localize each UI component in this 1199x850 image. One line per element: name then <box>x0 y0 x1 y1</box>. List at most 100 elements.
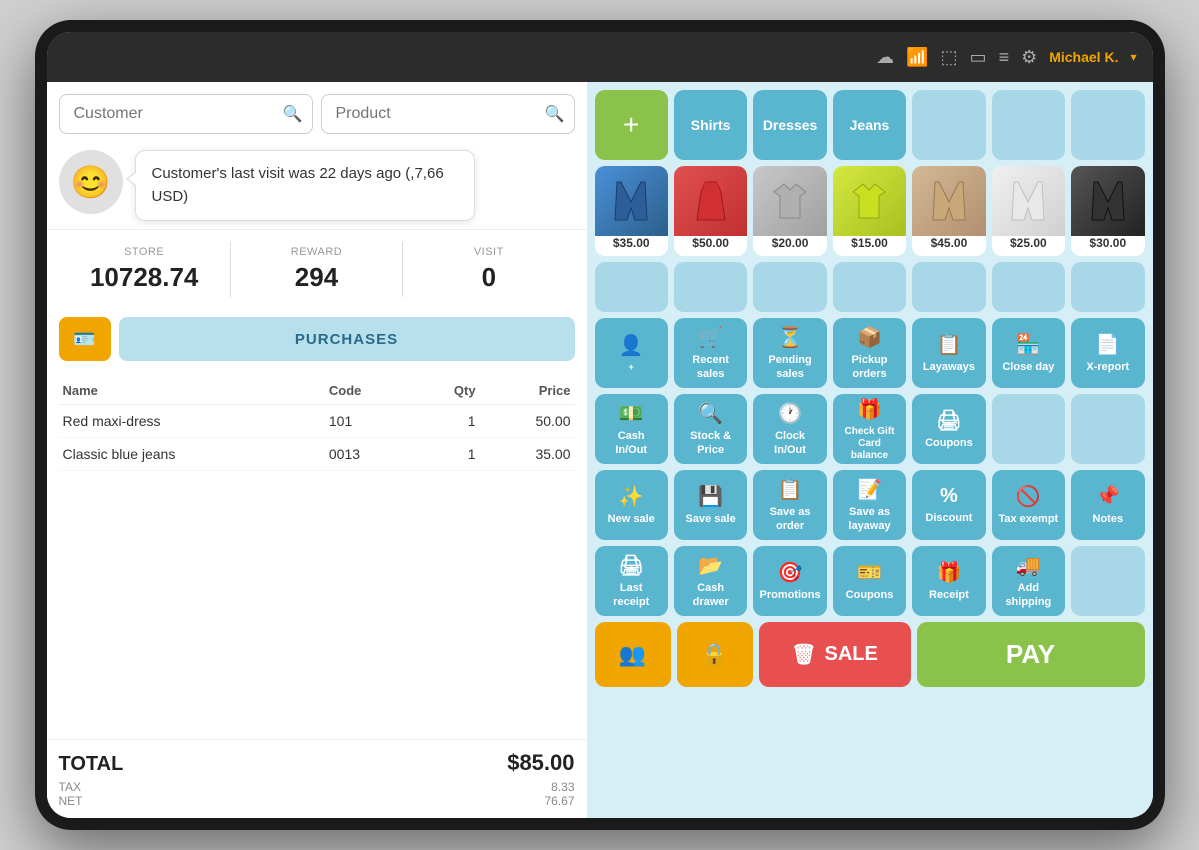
settings-icon[interactable]: ⚙ <box>1021 47 1037 68</box>
add-shipping-label: Add shipping <box>998 582 1059 608</box>
cash-inout-button[interactable]: 💵 Cash In/Out <box>595 394 668 464</box>
receipt-icon: 🎁 <box>936 560 961 585</box>
empty-row-6 <box>992 262 1065 312</box>
tablet-screen: ☁ 📶 ⬚ ▭ ≡ ⚙ Michael K. ▾ 🔍 <box>47 32 1153 818</box>
category-shirts[interactable]: Shirts <box>674 90 747 160</box>
pending-sales-button[interactable]: ⏳ Pending sales <box>753 318 826 388</box>
stock-price-icon: 🔍 <box>698 401 723 426</box>
gift-card-label: Check Gift Card balance <box>839 426 900 462</box>
notes-button[interactable]: 📌 Notes <box>1071 470 1144 540</box>
save-order-label: Save as order <box>759 506 820 532</box>
customer-search-icon: 🔍 <box>283 104 303 124</box>
action-grid-3: ✨ New sale 💾 Save sale 📋 Save as order 📝… <box>595 470 1145 540</box>
product-white[interactable]: $25.00 <box>992 166 1065 256</box>
tooltip-message: Customer's last visit was 22 days ago (,… <box>152 165 444 205</box>
clock-inout-button[interactable]: 🕐 Clock In/Out <box>753 394 826 464</box>
recent-sales-button[interactable]: 🛒 Recent sales <box>674 318 747 388</box>
receipt-button[interactable]: 🎁 Receipt <box>912 546 985 616</box>
recent-sales-label: Recent sales <box>680 354 741 380</box>
totals-area: TOTAL $85.00 TAX 8.33 NET 76.67 <box>47 739 587 818</box>
discount-button[interactable]: % Discount <box>912 470 985 540</box>
promotions-button[interactable]: 🎯 Promotions <box>753 546 826 616</box>
row-code: 101 <box>325 405 414 438</box>
empty-row-1 <box>595 262 668 312</box>
layaways-label: Layaways <box>923 361 975 374</box>
reward-label: REWARD <box>239 246 394 258</box>
category-jeans[interactable]: Jeans <box>833 90 906 160</box>
sale-button[interactable]: 🗑 SALE <box>759 622 911 687</box>
row-name: Red maxi-dress <box>59 405 325 438</box>
discount-icon: % <box>940 485 958 508</box>
menu-icon[interactable]: ≡ <box>999 47 1010 68</box>
lock-button[interactable]: 🔒 <box>677 622 753 687</box>
coupons2-button[interactable]: 🎫 Coupons <box>833 546 906 616</box>
cloud-icon[interactable]: ☁ <box>876 47 894 68</box>
cash-inout-label: Cash In/Out <box>601 430 662 456</box>
promotions-icon: 🎯 <box>778 560 803 585</box>
stock-price-label: Stock & Price <box>680 430 741 456</box>
product-shirt[interactable]: $20.00 <box>753 166 826 256</box>
product-jeans[interactable]: $35.00 <box>595 166 668 256</box>
purchases-button[interactable]: PURCHASES <box>119 317 575 361</box>
category-grid: + Shirts Dresses Jeans <box>595 90 1145 160</box>
new-sale-icon: ✨ <box>619 484 644 509</box>
pickup-orders-button[interactable]: 📦 Pickup orders <box>833 318 906 388</box>
user-dropdown-arrow[interactable]: ▾ <box>1130 50 1136 64</box>
store-stat: STORE 10728.74 <box>59 242 231 297</box>
last-receipt-button[interactable]: 🖨 Last receipt <box>595 546 668 616</box>
close-day-icon: 🏪 <box>1016 332 1041 357</box>
screen-icon[interactable]: ⬚ <box>941 47 958 68</box>
product-search-input[interactable] <box>321 94 575 134</box>
top-bar: ☁ 📶 ⬚ ▭ ≡ ⚙ Michael K. ▾ <box>47 32 1153 82</box>
window-icon[interactable]: ▭ <box>970 47 987 68</box>
visit-value: 0 <box>411 262 566 293</box>
empty-row-4 <box>833 262 906 312</box>
trash-icon: 🗑 <box>791 642 816 667</box>
stock-price-button[interactable]: 🔍 Stock & Price <box>674 394 747 464</box>
action-grid-1: 👤 + 🛒 Recent sales ⏳ Pending sales 📦 Pic… <box>595 318 1145 388</box>
coupons-button[interactable]: 🖨 Coupons <box>912 394 985 464</box>
net-label: NET <box>59 794 83 808</box>
card-button[interactable]: 🪪 <box>59 317 111 361</box>
product-dress[interactable]: $50.00 <box>674 166 747 256</box>
close-day-button[interactable]: 🏪 Close day <box>992 318 1065 388</box>
cash-drawer-label: Cash drawer <box>680 582 741 608</box>
add-customer-label: + <box>629 362 634 373</box>
add-shipping-button[interactable]: 🚚 Add shipping <box>992 546 1065 616</box>
product-search-icon: 🔍 <box>545 104 565 124</box>
category-dresses[interactable]: Dresses <box>753 90 826 160</box>
reward-value: 294 <box>239 262 394 293</box>
save-sale-icon: 💾 <box>698 484 723 509</box>
product-black[interactable]: $30.00 <box>1071 166 1144 256</box>
new-sale-button[interactable]: ✨ New sale <box>595 470 668 540</box>
save-order-button[interactable]: 📋 Save as order <box>753 470 826 540</box>
action-grid-2: 💵 Cash In/Out 🔍 Stock & Price 🕐 Clock In… <box>595 394 1145 464</box>
save-layaway-button[interactable]: 📝 Save as layaway <box>833 470 906 540</box>
user-name[interactable]: Michael K. <box>1049 49 1118 65</box>
cash-inout-icon: 💵 <box>619 401 644 426</box>
add-customer-button[interactable]: 👤 + <box>595 318 668 388</box>
product-polo[interactable]: $15.00 <box>833 166 906 256</box>
pending-sales-icon: ⏳ <box>778 325 803 350</box>
save-sale-button[interactable]: 💾 Save sale <box>674 470 747 540</box>
x-report-button[interactable]: 📄 X-report <box>1071 318 1144 388</box>
total-label: TOTAL <box>59 753 124 776</box>
table-row: Classic blue jeans 0013 1 35.00 <box>59 438 575 471</box>
customers-button[interactable]: 👥 <box>595 622 671 687</box>
tax-exempt-button[interactable]: 🚫 Tax exempt <box>992 470 1065 540</box>
cash-drawer-button[interactable]: 📂 Cash drawer <box>674 546 747 616</box>
pay-button[interactable]: PAY <box>917 622 1145 687</box>
product-price-3: $20.00 <box>772 236 809 250</box>
pickup-orders-icon: 📦 <box>857 325 882 350</box>
close-day-label: Close day <box>1002 361 1054 374</box>
layaways-button[interactable]: 📋 Layaways <box>912 318 985 388</box>
product-beige[interactable]: $45.00 <box>912 166 985 256</box>
gift-card-icon: 🎁 <box>857 397 882 422</box>
row-price: 35.00 <box>480 438 575 471</box>
customer-search-input[interactable] <box>59 94 313 134</box>
save-sale-label: Save sale <box>686 513 736 526</box>
add-category-button[interactable]: + <box>595 90 668 160</box>
pickup-orders-label: Pickup orders <box>839 354 900 380</box>
action-grid-4: 🖨 Last receipt 📂 Cash drawer 🎯 Promotion… <box>595 546 1145 616</box>
gift-card-button[interactable]: 🎁 Check Gift Card balance <box>833 394 906 464</box>
